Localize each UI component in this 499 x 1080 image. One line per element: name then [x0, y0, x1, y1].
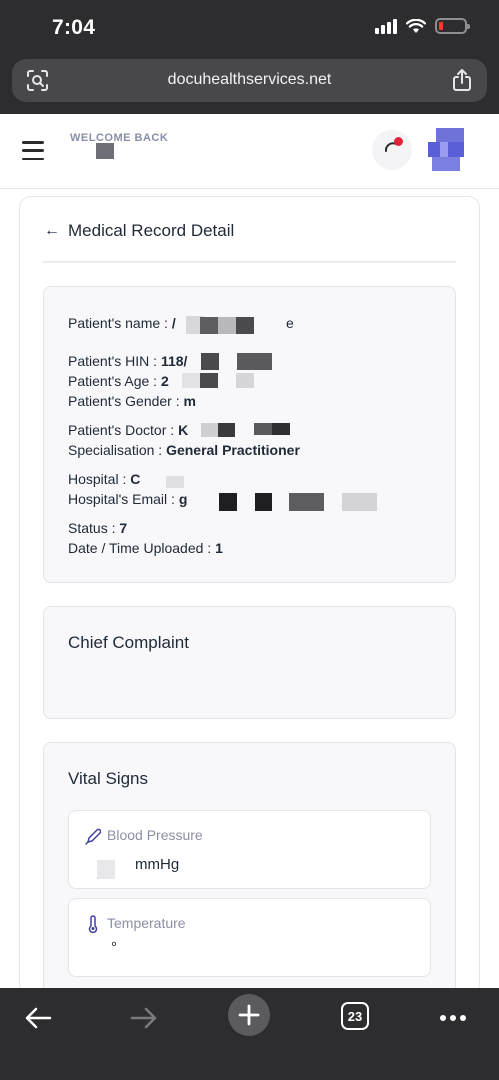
- redaction: [289, 493, 324, 511]
- status-time: 7:04: [52, 16, 96, 39]
- patient-doctor-label: Patient's Doctor :: [68, 422, 179, 438]
- redaction: [237, 353, 272, 370]
- vital-label: Temperature: [107, 915, 186, 931]
- divider: [43, 261, 456, 263]
- patient-name-tail: e: [286, 315, 294, 331]
- more-dots-icon: [440, 1015, 466, 1021]
- redaction: [201, 353, 219, 370]
- specialisation-value: General Practitioner: [166, 442, 300, 458]
- bell-icon: [384, 142, 397, 152]
- back-navigation[interactable]: ← Medical Record Detail: [44, 221, 234, 241]
- uploaded-label: Date / Time Uploaded :: [68, 540, 216, 556]
- arrow-right-icon: [130, 1007, 157, 1029]
- browser-top-chrome: 7:04 docuhealthservices.net: [0, 0, 499, 114]
- notification-badge: [394, 137, 403, 146]
- patient-name-label: Patient's name :: [68, 315, 172, 331]
- redaction: [218, 317, 236, 334]
- redaction: [97, 860, 115, 879]
- status-label: Status :: [68, 520, 120, 536]
- hospital-value: C: [130, 471, 141, 487]
- thermometer-icon: [88, 915, 98, 933]
- specialisation-label: Specialisation :: [68, 442, 167, 458]
- app-header: WELCOME BACK: [0, 114, 499, 189]
- redaction: [236, 317, 254, 334]
- patient-name-value: /: [171, 315, 176, 331]
- redaction: [218, 423, 235, 437]
- hospital-email-label: Hospital's Email :: [68, 491, 179, 507]
- welcome-text: WELCOME BACK: [70, 132, 169, 144]
- patient-hin-label: Patient's HIN :: [68, 353, 161, 369]
- patient-gender-label: Patient's Gender :: [68, 393, 184, 409]
- patient-age-label: Patient's Age :: [68, 373, 161, 389]
- browser-bottom-toolbar: 23: [0, 988, 499, 1080]
- user-name-redacted: [96, 143, 114, 159]
- wifi-icon: [406, 18, 426, 33]
- patient-age-value: 2: [160, 373, 169, 389]
- status-row: Status : 7: [68, 520, 127, 536]
- address-bar[interactable]: docuhealthservices.net: [12, 59, 487, 102]
- redaction: [201, 423, 218, 437]
- specialisation-row: Specialisation : General Practitioner: [68, 442, 300, 458]
- hospital-label: Hospital :: [68, 471, 131, 487]
- patient-doctor-row: Patient's Doctor : K: [68, 422, 188, 438]
- patient-gender-value: m: [183, 393, 196, 409]
- chief-complaint-panel: [43, 606, 456, 719]
- patient-doctor-value: K: [178, 422, 189, 438]
- tab-count: 23: [347, 1008, 363, 1024]
- new-tab-button[interactable]: [228, 994, 270, 1036]
- page-title: Medical Record Detail: [68, 221, 235, 240]
- share-icon[interactable]: [451, 68, 473, 92]
- browser-back-button[interactable]: [18, 998, 58, 1038]
- back-arrow-icon[interactable]: ←: [44, 222, 60, 240]
- notification-button[interactable]: [372, 130, 412, 170]
- redaction: [255, 493, 272, 511]
- avatar[interactable]: [428, 128, 464, 171]
- patient-hin-value: 118/: [160, 353, 188, 369]
- uploaded-value: 1: [215, 540, 223, 556]
- vital-label: Blood Pressure: [107, 827, 203, 843]
- vital-card-blood-pressure: Blood Pressure mmHg: [68, 810, 431, 889]
- hospital-email-value: g: [178, 491, 188, 507]
- redaction: [166, 476, 184, 488]
- patient-age-row: Patient's Age : 2: [68, 373, 169, 389]
- patient-hin-row: Patient's HIN : 118/: [68, 353, 187, 369]
- redaction: [219, 493, 237, 511]
- menu-icon[interactable]: [22, 141, 44, 160]
- status-icons: [375, 18, 470, 34]
- more-menu-button[interactable]: [432, 998, 474, 1038]
- tabs-button[interactable]: 23: [341, 1002, 369, 1030]
- patient-gender-row: Patient's Gender : m: [68, 393, 196, 409]
- chief-complaint-title: Chief Complaint: [68, 633, 189, 652]
- uploaded-row: Date / Time Uploaded : 1: [68, 540, 223, 556]
- hospital-row: Hospital : C: [68, 471, 140, 487]
- redaction: [254, 423, 272, 435]
- battery-icon: [435, 18, 470, 34]
- url-text[interactable]: docuhealthservices.net: [12, 71, 487, 89]
- vital-value: °: [111, 939, 117, 956]
- arrow-left-icon: [25, 1007, 52, 1029]
- redaction: [342, 493, 377, 511]
- cellular-signal-icon: [375, 18, 397, 34]
- vital-card-temperature: Temperature °: [68, 898, 431, 977]
- redaction: [200, 373, 218, 388]
- vital-value: mmHg: [135, 856, 180, 873]
- vital-signs-title: Vital Signs: [68, 769, 149, 788]
- hospital-email-row: Hospital's Email : g: [68, 491, 187, 507]
- plus-icon: [238, 1004, 260, 1026]
- redaction: [236, 373, 254, 388]
- browser-forward-button[interactable]: [124, 998, 164, 1038]
- redaction: [272, 423, 290, 435]
- pen-icon: [85, 828, 101, 845]
- redaction: [200, 317, 218, 334]
- redaction: [182, 373, 200, 388]
- patient-name-row: Patient's name : /: [68, 315, 176, 331]
- status-value: 7: [119, 520, 128, 536]
